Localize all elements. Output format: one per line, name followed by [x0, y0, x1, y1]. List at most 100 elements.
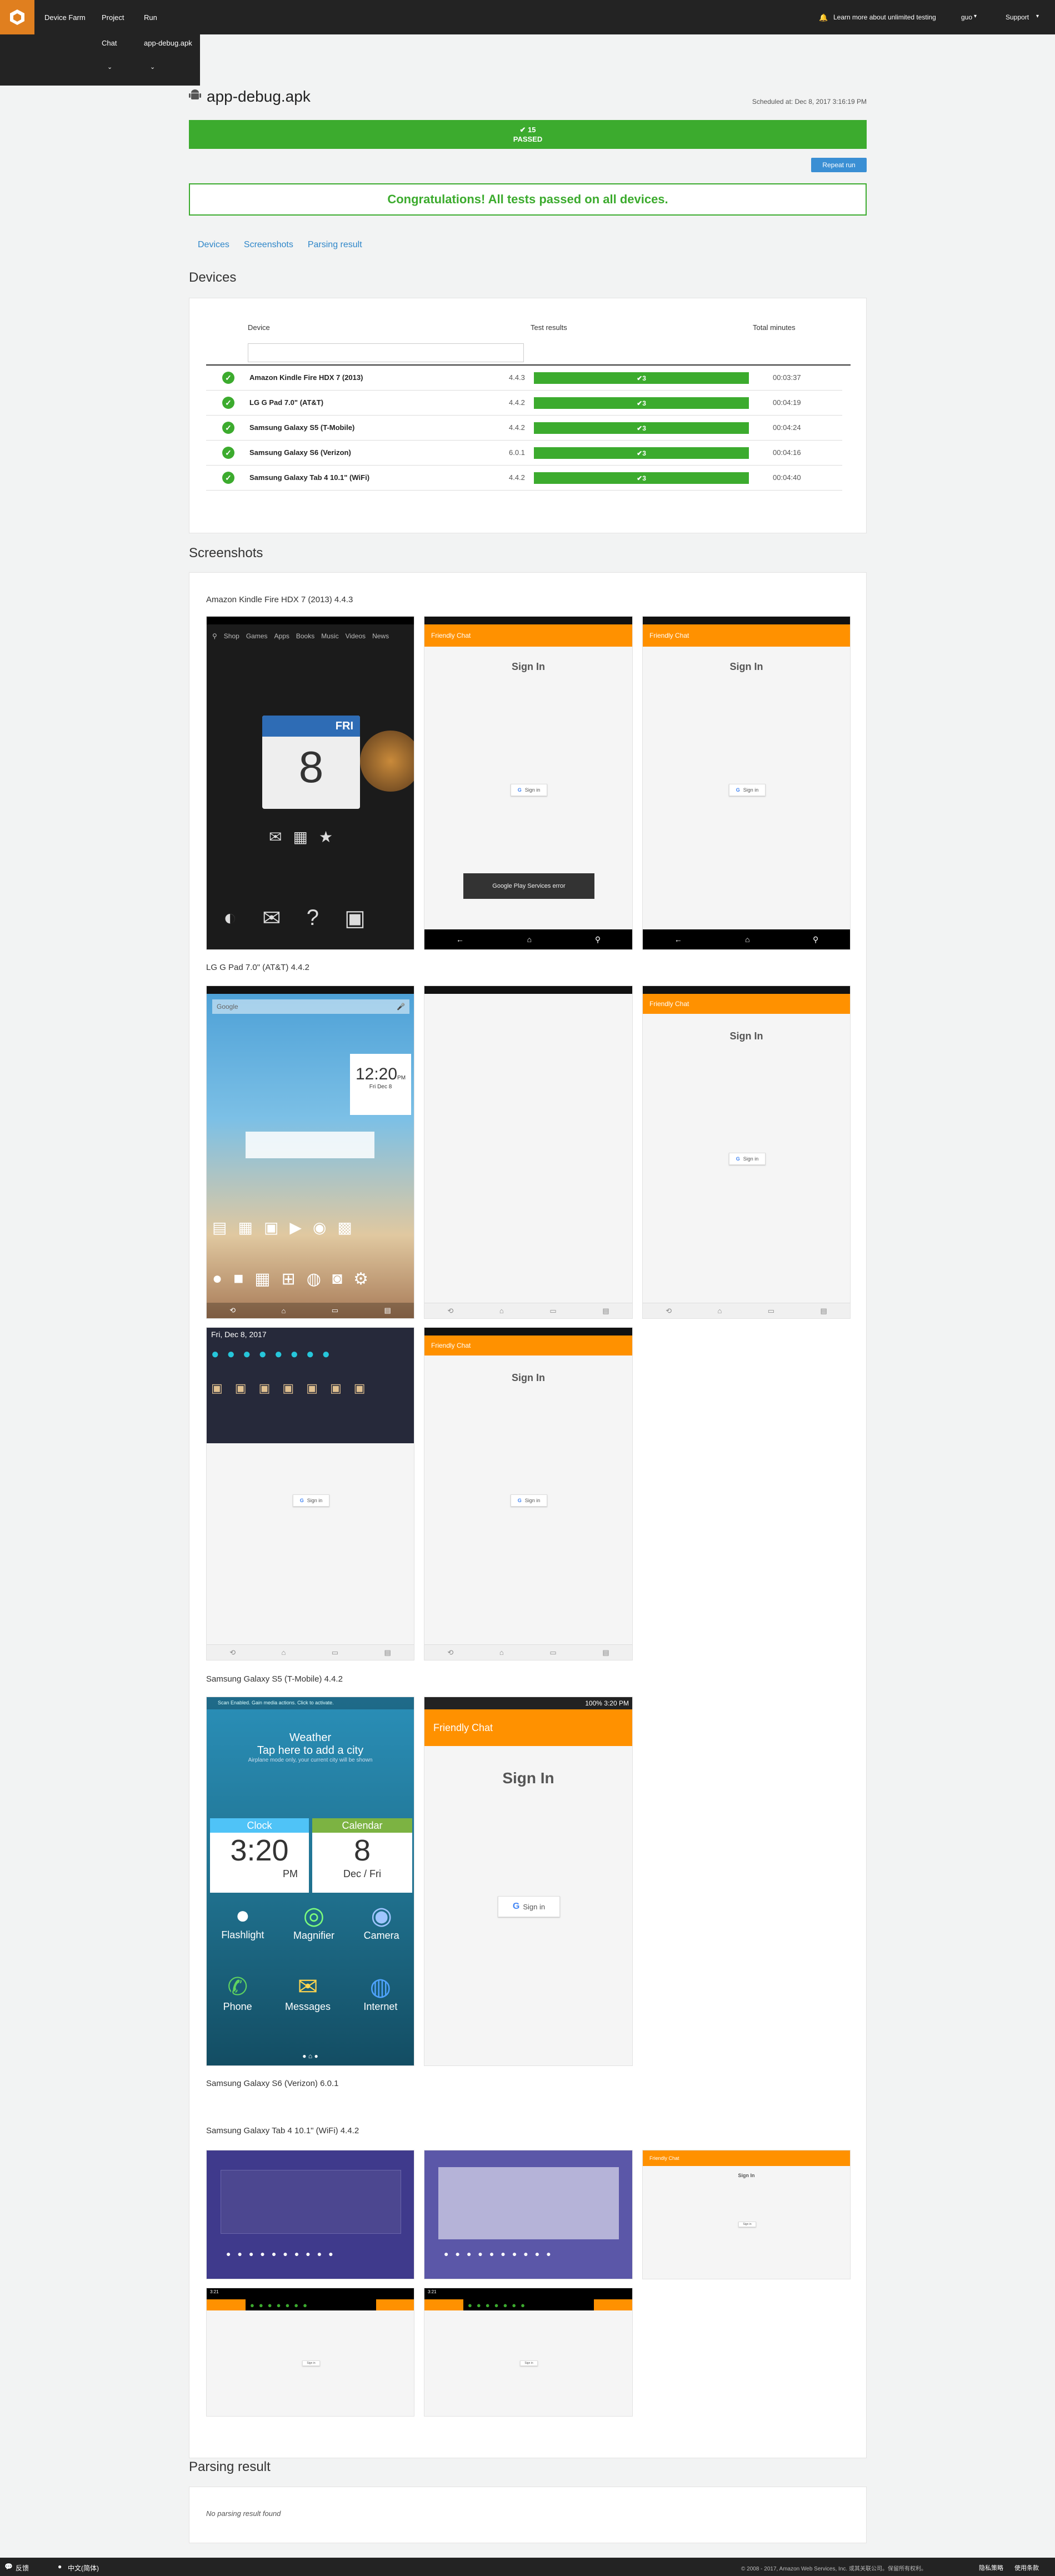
screenshot-thumbnail[interactable]: Fri, Dec 8, 2017 ● ● ● ● ● ● ● ● ▣ ▣ ▣ ▣ ▣ ▣ ▣ G Sign …: [206, 1327, 414, 1660]
screenshot-thumbnail[interactable]: Friendly Chat Sign In G Sign in Google Pl…: [424, 616, 633, 950]
google-sign-in-button[interactable]: Sign in: [520, 2360, 538, 2366]
sub-nav: Chat app-debug.apk ⌄ ⌄: [0, 34, 200, 86]
toggle-icon[interactable]: ●: [291, 1347, 299, 1362]
nav-run[interactable]: Run: [144, 13, 157, 22]
app-label: Messages: [284, 2001, 331, 2012]
status-time: 3:20 PM: [604, 1699, 629, 1707]
app-icon[interactable]: ▣: [330, 1381, 342, 1395]
terms-link[interactable]: 使用条款: [1014, 2563, 1039, 2572]
weather-widget[interactable]: Weather Tap here to add a city Airplane …: [207, 1710, 414, 1782]
device-name[interactable]: Samsung Galaxy S6 (Verizon): [249, 448, 351, 457]
tab-parsing-result[interactable]: Parsing result: [308, 240, 362, 250]
google-sign-in-button[interactable]: G Sign in: [293, 1494, 329, 1507]
screenshot-thumbnail[interactable]: ⟲ ⌂ ▭ ▤: [424, 986, 633, 1319]
screenshot-thumbnail[interactable]: Friendly Chat Sign In G Sign in ← ⌂ ⚲: [642, 616, 851, 950]
result-bar[interactable]: ✔ 3: [534, 372, 749, 384]
app-icon[interactable]: ▣: [306, 1381, 318, 1395]
app-icon[interactable]: ▣: [211, 1381, 223, 1395]
toggle-icon[interactable]: ●: [274, 1347, 283, 1362]
screenshot-thumbnail[interactable]: Friendly Chat Sign In G Sign in ⟲ ⌂ ▭ ▤: [424, 1327, 633, 1660]
quick-apps-row: ▣ ▣ ▣ ▣ ▣ ▣ ▣: [211, 1381, 366, 1395]
screenshot-thumbnail[interactable]: Google 🎤 12:20PM Fri Dec 8 ▤ ▦ ▣ ▶ ◉ ▩ ● ■ ▦ ⊞ ◍ ◙ ⚙…: [206, 986, 414, 1319]
screenshot-thumbnail[interactable]: 3:21 ● ● ● ● ● ● ● Sign in: [424, 2288, 633, 2417]
subnav-project-chat[interactable]: Chat: [102, 39, 117, 47]
table-row[interactable]: ✓ Samsung Galaxy Tab 4 10.1" (WiFi) 4.4.…: [206, 466, 842, 491]
tab-screenshots[interactable]: Screenshots: [244, 240, 293, 250]
app-icon[interactable]: ▣: [259, 1381, 271, 1395]
internet-app[interactable]: ◍ Internet: [363, 1973, 397, 2013]
table-row[interactable]: ✓ Amazon Kindle Fire HDX 7 (2013) 4.4.3 …: [206, 366, 842, 391]
screenshot-thumbnail[interactable]: 3:21 ● ● ● ● ● ● ● Sign in: [206, 2288, 414, 2417]
screenshot-thumbnail[interactable]: 100% 3:20 PM Friendly Chat Sign In G Sign…: [424, 1697, 633, 2066]
nav-project[interactable]: Project: [102, 13, 124, 22]
google-sign-in-button[interactable]: G Sign in: [729, 1153, 766, 1165]
support-menu[interactable]: Support: [1006, 13, 1029, 21]
device-name[interactable]: LG G Pad 7.0" (AT&T): [249, 398, 323, 407]
result-bar[interactable]: ✔ 3: [534, 422, 749, 434]
col-test-results[interactable]: Test results: [531, 323, 567, 332]
app-icon[interactable]: ▣: [235, 1381, 247, 1395]
toggle-icon[interactable]: ●: [306, 1347, 314, 1362]
google-sign-in-button[interactable]: G Sign in: [511, 1494, 547, 1507]
device-filter-input[interactable]: [248, 343, 524, 362]
flashlight-app[interactable]: ● Flashlight: [221, 1902, 264, 1942]
result-bar[interactable]: ✔ 3: [534, 447, 749, 459]
sign-in-heading: Sign In: [512, 1372, 545, 1383]
app-icon[interactable]: ▣: [354, 1381, 366, 1395]
toggle-icon[interactable]: ●: [227, 1347, 236, 1362]
screenshot-thumbnail[interactable]: ● ● ● ● ● ● ● ● ● ●: [424, 2150, 633, 2279]
recent-icon: ▭: [767, 1306, 775, 1315]
nav-device-farm[interactable]: Device Farm: [44, 13, 86, 22]
table-row[interactable]: ✓ LG G Pad 7.0" (AT&T) 4.4.2 ✔ 3 00:04:1…: [206, 391, 842, 416]
google-sign-in-button[interactable]: Sign in: [302, 2360, 320, 2366]
device-farm-logo-icon[interactable]: [0, 0, 34, 34]
app-icon[interactable]: ▣: [282, 1381, 294, 1395]
bell-icon[interactable]: 🔔: [819, 13, 828, 22]
user-menu[interactable]: guo: [961, 13, 972, 21]
screenshot-thumbnail[interactable]: ⚲ Shop Games Apps Books Music Videos New…: [206, 616, 414, 950]
status-bar: 3:21: [424, 2288, 632, 2299]
toggle-icon[interactable]: ●: [243, 1347, 251, 1362]
check-icon: ✓: [222, 397, 234, 409]
screenshot-thumbnail[interactable]: Scan Enabled. Gain media actions. Click …: [206, 1697, 414, 2066]
privacy-link[interactable]: 隐私策略: [979, 2563, 1003, 2572]
repeat-run-button[interactable]: Repeat run: [811, 158, 867, 172]
language-selector[interactable]: 中文(简体): [68, 2563, 99, 2573]
toggle-icon[interactable]: ●: [211, 1347, 219, 1362]
toggle-icon[interactable]: ●: [259, 1347, 267, 1362]
camera-app[interactable]: ◉ Camera: [364, 1902, 399, 1942]
google-sign-in-button[interactable]: G Sign in: [729, 784, 766, 796]
messages-app[interactable]: ✉ Messages: [285, 1973, 331, 2013]
google-sign-in-button[interactable]: G Sign in: [498, 1896, 560, 1917]
subnav-run-apk[interactable]: app-debug.apk: [144, 39, 192, 47]
table-row[interactable]: ✓ Samsung Galaxy S6 (Verizon) 6.0.1 ✔ 3 …: [206, 441, 842, 466]
google-search-bar[interactable]: Google 🎤: [212, 999, 409, 1014]
app-label: Internet: [363, 2001, 398, 2012]
result-bar[interactable]: ✔ 3: [534, 397, 749, 409]
app-icon: ●: [503, 2300, 508, 2309]
calendar-widget[interactable]: Calendar 8 Dec / Fri: [312, 1818, 412, 1893]
screenshot-thumbnail[interactable]: ● ● ● ● ● ● ● ● ● ●: [206, 2150, 414, 2279]
check-circle-icon: ✔: [637, 424, 643, 432]
google-sign-in-button[interactable]: Sign in: [738, 2222, 756, 2227]
clock-widget[interactable]: Clock 3:20 PM: [210, 1818, 309, 1893]
unlimited-testing-link[interactable]: Learn more about unlimited testing: [833, 13, 936, 21]
phone-app[interactable]: ✆ Phone: [223, 1973, 252, 2013]
col-device[interactable]: Device: [248, 323, 270, 332]
table-row[interactable]: ✓ Samsung Galaxy S5 (T-Mobile) 4.4.2 ✔ 3…: [206, 416, 842, 441]
result-bar[interactable]: ✔ 3: [534, 472, 749, 484]
screenshot-thumbnail[interactable]: Friendly Chat Sign In G Sign in ⟲ ⌂ ▭ ▤: [642, 986, 851, 1319]
feedback-link[interactable]: 反馈: [16, 2563, 29, 2573]
device-name[interactable]: Samsung Galaxy S5 (T-Mobile): [249, 423, 354, 432]
col-total-minutes[interactable]: Total minutes: [753, 323, 796, 332]
magnifier-app[interactable]: ◎ Magnifier: [293, 1902, 334, 1942]
google-sign-in-button[interactable]: G Sign in: [511, 784, 547, 796]
screenshot-thumbnail[interactable]: Friendly Chat Sign In Sign in: [642, 2150, 851, 2279]
back-icon: ⟲: [666, 1306, 672, 1315]
device-name[interactable]: Amazon Kindle Fire HDX 7 (2013): [249, 373, 363, 382]
chevron-down-icon[interactable]: ⌄: [107, 63, 112, 71]
tab-devices[interactable]: Devices: [198, 240, 229, 250]
device-name[interactable]: Samsung Galaxy Tab 4 10.1" (WiFi): [249, 473, 369, 482]
toggle-icon[interactable]: ●: [322, 1347, 331, 1362]
chevron-down-icon[interactable]: ⌄: [150, 63, 155, 71]
